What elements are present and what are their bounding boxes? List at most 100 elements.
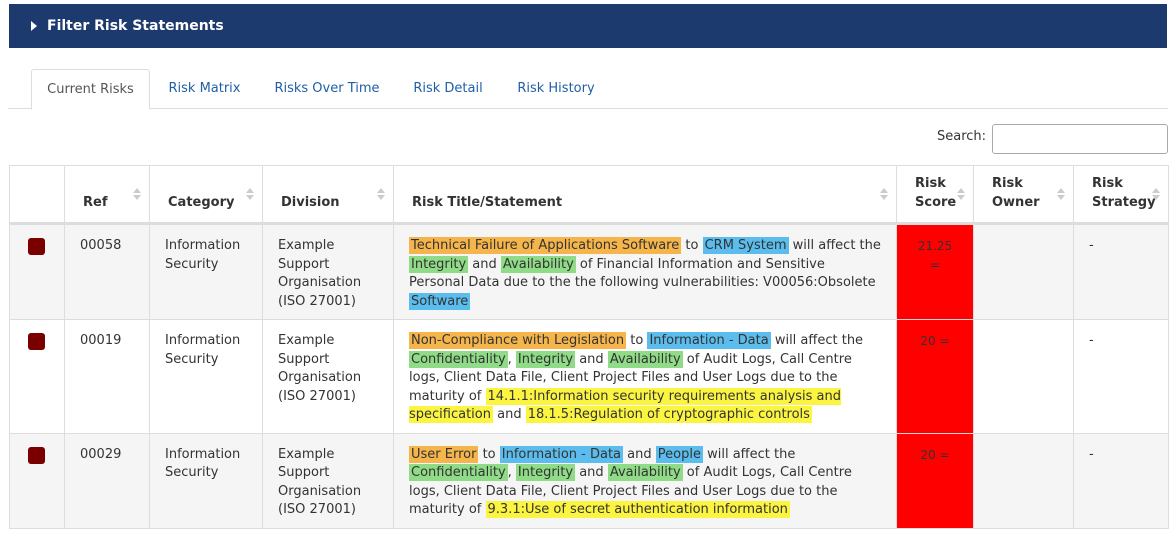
- risk-statement-text: and: [623, 446, 656, 462]
- division-text: Example: [278, 333, 335, 348]
- risk-owner-cell: [973, 223, 1074, 320]
- division-cell: Example Support Organisation (ISO 27001): [262, 223, 394, 320]
- risk-ref: 00058: [80, 238, 122, 253]
- tab-risk-detail[interactable]: Risk Detail: [403, 69, 493, 109]
- caret-right-icon: [31, 21, 37, 31]
- status-cell[interactable]: [9, 432, 65, 529]
- risk-statement-cell[interactable]: Technical Failure of Applications Softwa…: [393, 223, 897, 320]
- ref-cell[interactable]: 00019: [64, 319, 150, 434]
- risk-score-cell: 20 =: [896, 432, 974, 529]
- ref-cell[interactable]: 00029: [64, 432, 150, 529]
- risk-statement-text: ,: [507, 351, 516, 367]
- category-text: Security: [165, 351, 219, 367]
- risk-statement-text: to: [681, 238, 703, 253]
- risk-strategy-value: -: [1089, 238, 1094, 253]
- risk-owner-cell: [973, 319, 1074, 434]
- division-text: Organisation: [278, 275, 362, 290]
- status-cell[interactable]: [9, 223, 65, 320]
- column-header-risk-title[interactable]: Risk Title/Statement: [393, 165, 897, 225]
- table-row[interactable]: 00019 Information Security Example Support Or…: [9, 319, 1169, 434]
- risk-score-cell: 21.25 =: [896, 223, 974, 320]
- risk-statement-text: will affect the: [702, 446, 796, 462]
- risk-statement-text: to: [626, 333, 648, 348]
- division-cell: Example Support Organisation (ISO 27001): [262, 432, 394, 529]
- risk-term-blue: Software: [409, 292, 471, 310]
- risk-term-orange: Technical Failure of Applications Softwa…: [409, 237, 682, 254]
- risks-table: Ref Category Division Risk Title/Stateme…: [9, 165, 1169, 529]
- column-header-division[interactable]: Division: [262, 165, 394, 225]
- column-header-risk-owner[interactable]: Risk Owner: [973, 165, 1074, 225]
- risk-level-indicator[interactable]: [28, 238, 45, 255]
- risk-term-green: Integrity: [409, 255, 469, 273]
- filter-title: Filter Risk Statements: [47, 18, 224, 34]
- risk-strategy-value: -: [1089, 446, 1094, 462]
- sort-icon: [246, 188, 254, 200]
- risk-score-value: 20 =: [920, 334, 950, 348]
- search-label: Search:: [937, 129, 987, 144]
- division-text: Support: [278, 351, 330, 367]
- risk-term-blue: Information - Data: [499, 445, 624, 463]
- column-header-risk-score[interactable]: Risk Score: [896, 165, 974, 225]
- risk-score-value: 20 =: [920, 447, 950, 462]
- tab-risk-matrix[interactable]: Risk Matrix: [158, 69, 251, 109]
- table-row[interactable]: 00029 Information Security Example Support Or…: [9, 432, 1169, 529]
- column-header-category[interactable]: Category: [149, 165, 263, 225]
- sort-icon: [957, 188, 965, 200]
- tab-risk-history[interactable]: Risk History: [506, 69, 606, 109]
- column-header-status[interactable]: [9, 165, 65, 225]
- risk-strategy-cell: -: [1073, 319, 1169, 434]
- risk-term-yellow: 9.3.1:Use of secret authentication infor…: [485, 501, 790, 518]
- header-score-line1: Risk: [915, 176, 946, 191]
- risk-statement-text: and: [493, 407, 526, 422]
- risk-strategy-cell: -: [1073, 223, 1169, 320]
- risk-statement-cell[interactable]: Non-Compliance with Legislation to Infor…: [393, 319, 897, 434]
- category-cell: Information Security: [149, 319, 263, 434]
- division-cell: Example Support Organisation (ISO 27001): [262, 319, 394, 434]
- risk-statement-text: ,: [507, 465, 516, 480]
- category-cell: Information Security: [149, 223, 263, 320]
- risk-statement-text: and: [575, 351, 608, 367]
- risk-statement-text: will affect the: [770, 333, 864, 348]
- search-input[interactable]: [992, 124, 1168, 154]
- ref-cell[interactable]: 00058: [64, 223, 150, 320]
- sort-icon: [377, 188, 385, 200]
- risk-statement-text: and: [575, 465, 608, 480]
- risk-statement-cell[interactable]: User Error to Information - Data and Peo…: [393, 432, 897, 529]
- division-text: Organisation: [278, 483, 362, 499]
- category-text: Security: [165, 256, 219, 272]
- tab-risks-over-time[interactable]: Risks Over Time: [264, 69, 390, 109]
- risk-level-indicator[interactable]: [28, 446, 45, 464]
- header-ref-label: Ref: [83, 195, 108, 210]
- risk-term-blue: People: [655, 445, 703, 463]
- column-header-risk-strategy[interactable]: Risk Strategy: [1073, 165, 1169, 225]
- risk-strategy-value: -: [1089, 333, 1094, 348]
- header-strategy-line2: Strategy: [1092, 195, 1156, 210]
- category-text: Information: [165, 238, 241, 253]
- header-strategy-line1: Risk: [1092, 176, 1123, 191]
- risk-term-blue: CRM System: [702, 237, 789, 254]
- risk-term-orange: User Error: [409, 445, 479, 463]
- header-title-label: Risk Title/Statement: [412, 195, 563, 210]
- risk-statement-text: will affect the: [788, 238, 881, 253]
- category-text: Information: [165, 333, 241, 348]
- filter-risk-statements-toggle[interactable]: Filter Risk Statements: [9, 4, 1167, 48]
- risk-owner-cell: [973, 432, 1074, 529]
- risk-term-green: Integrity: [515, 350, 576, 368]
- sort-icon: [1152, 188, 1160, 200]
- category-text: Information: [165, 446, 241, 462]
- category-cell: Information Security: [149, 432, 263, 529]
- risk-score-value: 21.25 =: [917, 239, 953, 272]
- risk-term-yellow: 18.1.5:Regulation of cryptographic contr…: [525, 406, 812, 423]
- table-row[interactable]: 00058 Information Security Example Support Or…: [9, 223, 1169, 320]
- header-category-label: Category: [168, 195, 235, 210]
- risk-term-blue: Information - Data: [647, 332, 771, 349]
- sort-icon: [133, 188, 141, 200]
- header-owner-line2: Owner: [992, 195, 1040, 210]
- tab-current-risks[interactable]: Current Risks: [31, 69, 150, 110]
- column-header-ref[interactable]: Ref: [64, 165, 150, 225]
- header-score-line2: Score: [915, 195, 957, 210]
- risk-term-green: Confidentiality: [409, 464, 508, 481]
- risk-level-indicator[interactable]: [28, 333, 45, 350]
- status-cell[interactable]: [9, 319, 65, 434]
- risk-statement-text: and: [468, 256, 501, 272]
